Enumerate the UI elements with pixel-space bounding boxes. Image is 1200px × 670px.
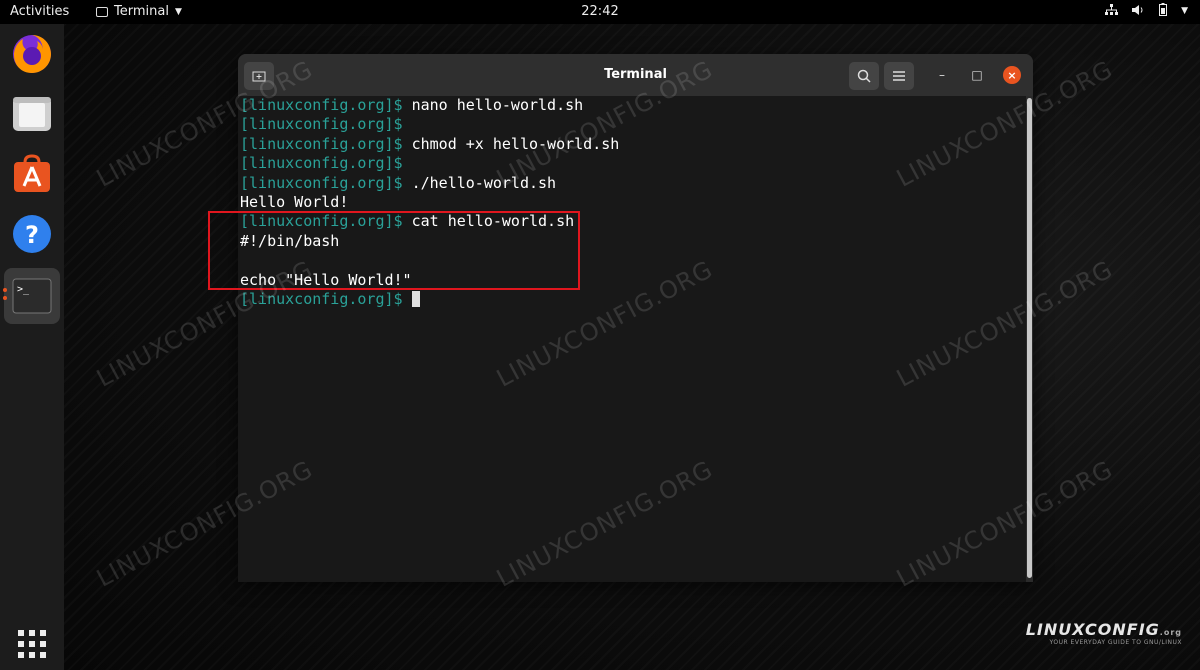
brand-tagline: YOUR EVERYDAY GUIDE TO GNU/LINUX: [1049, 639, 1182, 646]
svg-text:>_: >_: [17, 284, 30, 295]
maximize-button[interactable]: □: [968, 66, 986, 84]
battery-icon: [1159, 3, 1168, 19]
help-icon: ?: [13, 215, 51, 253]
hamburger-menu-icon: [893, 71, 905, 81]
shell-prompt: [linuxconfig.org]$: [240, 134, 403, 153]
activities-button[interactable]: Activities: [10, 4, 69, 19]
terminal-line: Hello World!: [238, 193, 1026, 212]
dock-software[interactable]: [10, 152, 54, 196]
brand-name: LINUXCONFIG.org: [1025, 620, 1182, 639]
system-tray[interactable]: ▼: [1105, 3, 1188, 19]
dock-firefox[interactable]: [10, 32, 54, 76]
chevron-down-icon: ▼: [174, 6, 182, 17]
terminal-icon: >_: [12, 278, 52, 314]
shell-prompt: [linuxconfig.org]$: [240, 115, 403, 134]
linuxconfig-logo: LINUXCONFIG.org YOUR EVERYDAY GUIDE TO G…: [1026, 620, 1182, 646]
terminal-app-icon: [96, 6, 108, 17]
text-cursor: [411, 291, 420, 308]
software-store-icon: [14, 154, 50, 192]
clock[interactable]: 22:42: [581, 4, 618, 19]
minimize-button[interactable]: –: [933, 66, 951, 84]
dock-terminal[interactable]: >_: [4, 268, 60, 324]
network-icon: [1105, 3, 1119, 19]
app-grid-icon: [18, 630, 46, 658]
app-menu[interactable]: Terminal ▼: [96, 4, 182, 19]
dock-help[interactable]: ?: [10, 212, 54, 256]
terminal-line: [linuxconfig.org]$ chmod +x hello-world.…: [238, 135, 1026, 154]
shell-prompt: [linuxconfig.org]$: [240, 154, 403, 173]
top-bar: Activities Terminal ▼ 22:42 ▼: [0, 0, 1200, 24]
dock-files[interactable]: [10, 92, 54, 136]
menu-button[interactable]: [884, 62, 914, 90]
window-titlebar[interactable]: Terminal – □ ×: [238, 54, 1033, 96]
search-icon: [857, 69, 871, 83]
dock: ? >_: [0, 24, 64, 670]
app-menu-label: Terminal: [114, 4, 169, 19]
files-icon: [13, 97, 51, 131]
show-applications-button[interactable]: [10, 622, 54, 666]
command-text: [403, 290, 412, 308]
running-indicator: [3, 288, 7, 292]
output-text: Hello World!: [240, 192, 349, 211]
close-button[interactable]: ×: [1003, 66, 1021, 84]
svg-text:?: ?: [25, 221, 39, 249]
volume-icon: [1132, 4, 1145, 19]
running-indicator: [3, 296, 7, 300]
shell-prompt: [linuxconfig.org]$: [240, 173, 403, 192]
chevron-down-icon: ▼: [1181, 6, 1188, 16]
command-text: nano hello-world.sh: [402, 96, 584, 114]
firefox-icon: [13, 35, 51, 73]
search-button[interactable]: [849, 62, 879, 90]
